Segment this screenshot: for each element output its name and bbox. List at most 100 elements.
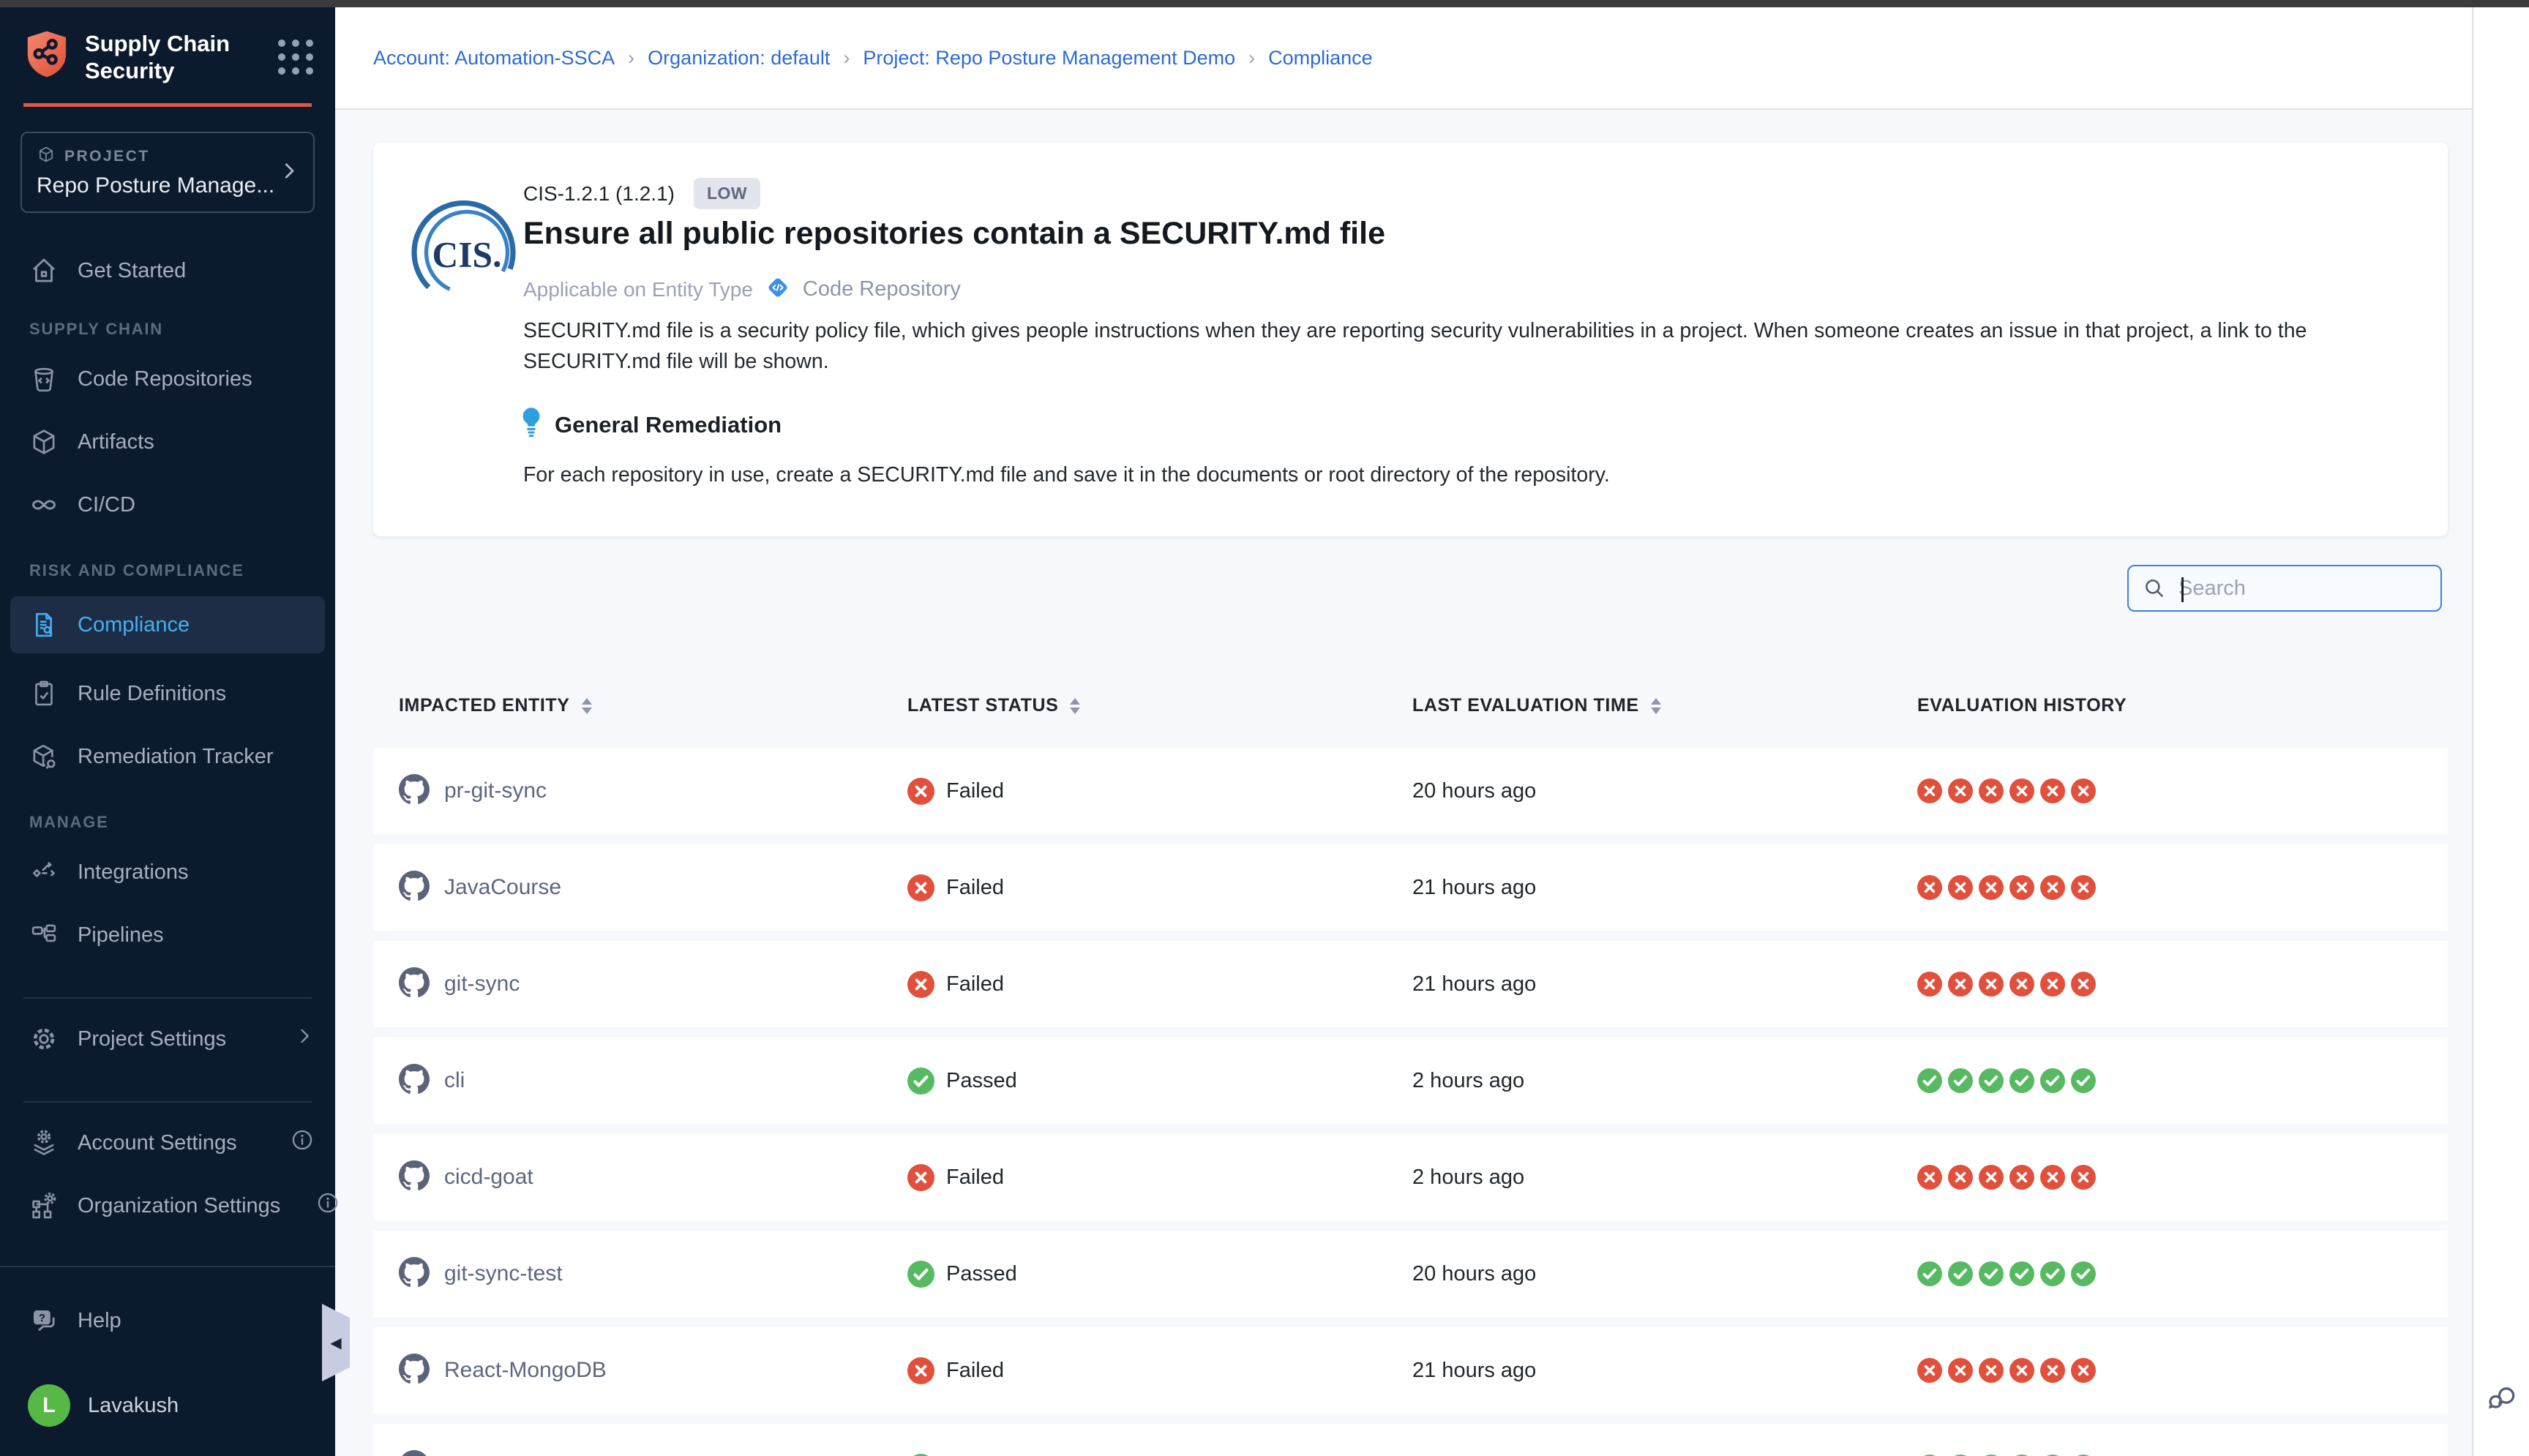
sidebar-item-cicd[interactable]: CI/CD (0, 482, 335, 528)
artifacts-cube-icon (28, 426, 60, 458)
entity-link[interactable]: cli (399, 1037, 465, 1124)
last-evaluation-time: 20 hours ago (1412, 748, 1536, 834)
info-icon[interactable] (315, 1190, 340, 1221)
sidebar-item-code-repositories[interactable]: Code Repositories (0, 356, 335, 402)
sidebar-item-pipelines[interactable]: Pipelines (0, 912, 335, 958)
collapse-arrow-icon: ◀ (330, 1334, 341, 1352)
status-cell: Passed (907, 1231, 1017, 1317)
entity-link[interactable]: React-MongoDB (399, 1327, 607, 1414)
history-fail-icon (2071, 778, 2096, 803)
entity-link[interactable]: git-sync-test (399, 1231, 563, 1317)
breadcrumb-item[interactable]: Account: Automation-SSCA (373, 47, 615, 69)
breadcrumb-item[interactable]: Organization: default (648, 47, 830, 69)
table-row (373, 1424, 2448, 1456)
column-header-impacted-entity[interactable]: IMPACTED ENTITY (399, 695, 592, 716)
last-evaluation-time: 2 hours ago (1412, 1037, 1524, 1124)
info-icon[interactable] (290, 1127, 315, 1158)
history-fail-icon (2040, 972, 2065, 997)
sidebar-item-remediation-tracker[interactable]: Remediation Tracker (0, 734, 335, 779)
status-cell: Failed (907, 748, 1004, 834)
last-evaluation-time: 21 hours ago (1412, 941, 1536, 1027)
history-fail-icon (1948, 875, 1973, 900)
sidebar-item-artifacts[interactable]: Artifacts (0, 419, 335, 465)
status-label: Failed (946, 1166, 1004, 1190)
history-fail-icon (1948, 1358, 1973, 1383)
sidebar-item-account-settings[interactable]: Account Settings (0, 1120, 335, 1166)
entity-name: git-sync (444, 972, 520, 997)
history-fail-icon (2040, 875, 2065, 900)
history-pass-icon (2040, 1261, 2065, 1286)
last-evaluation-time: 21 hours ago (1412, 1327, 1536, 1414)
github-icon (399, 871, 430, 905)
github-icon (399, 967, 430, 1002)
status-icon (907, 1067, 934, 1095)
table-row: git-sync-test Passed 20 hours ago (373, 1231, 2448, 1317)
sidebar-item-rule-definitions[interactable]: Rule Definitions (0, 671, 335, 716)
entity-link[interactable]: pr-git-sync (399, 748, 547, 834)
user-menu[interactable]: L Lavakush (0, 1383, 335, 1428)
entity-name: git-sync-test (444, 1261, 563, 1286)
column-header-latest-status[interactable]: LATEST STATUS (907, 695, 1080, 716)
chevron-right-icon (278, 160, 300, 185)
sidebar-section-risk-and-compliance: RISK AND COMPLIANCE (0, 561, 335, 580)
layers-gear-icon (28, 1127, 60, 1159)
entity-link[interactable]: JavaCourse (399, 844, 561, 931)
history-fail-icon (1917, 875, 1942, 900)
breadcrumb-item[interactable]: Project: Repo Posture Management Demo (863, 47, 1235, 69)
sidebar-section-manage: MANAGE (0, 813, 335, 832)
project-label: PROJECT (64, 148, 150, 165)
sidebar-item-project-settings[interactable]: Project Settings (0, 1016, 335, 1062)
status-cell: Passed (907, 1037, 1017, 1124)
entity-name: cli (444, 1068, 465, 1093)
help-chat-icon: ? (28, 1305, 60, 1337)
status-label: Passed (946, 1262, 1017, 1286)
supply-chain-security-logo-icon (23, 29, 70, 83)
right-utility-strip (2472, 7, 2529, 1456)
sidebar-item-get-started[interactable]: Get Started (0, 248, 335, 293)
status-icon (907, 971, 934, 998)
status-cell (907, 1424, 946, 1456)
sidebar-item-label: Compliance (78, 613, 190, 637)
rule-description: SECURITY.md file is a security policy fi… (523, 315, 2408, 377)
github-icon (399, 774, 430, 808)
support-chat-icon[interactable] (2484, 1381, 2518, 1418)
entity-link[interactable] (399, 1424, 444, 1456)
status-cell: Failed (907, 1327, 1004, 1414)
sidebar-nav: Get Started SUPPLY CHAIN Code Repositori… (0, 248, 335, 1228)
history-fail-icon (2009, 778, 2034, 803)
status-icon (907, 874, 934, 901)
column-header-evaluation-history: EVALUATION HISTORY (1917, 695, 2127, 716)
search-input[interactable] (2178, 577, 2454, 601)
sidebar-item-compliance[interactable]: Compliance (10, 596, 325, 653)
entity-link[interactable]: cicd-goat (399, 1134, 533, 1220)
sidebar-item-label: Project Settings (78, 1027, 226, 1051)
sidebar-item-integrations[interactable]: Integrations (0, 849, 335, 895)
history-pass-icon (1948, 1261, 1973, 1286)
history-fail-icon (1979, 972, 2004, 997)
entity-name: cicd-goat (444, 1165, 533, 1190)
entity-name: React-MongoDB (444, 1358, 607, 1383)
entity-link[interactable]: git-sync (399, 941, 520, 1027)
sidebar-section-supply-chain: SUPPLY CHAIN (0, 320, 335, 339)
gear-icon (28, 1023, 60, 1055)
help-button[interactable]: ? Help (0, 1298, 335, 1343)
history-fail-icon (1948, 972, 1973, 997)
history-fail-icon (2009, 875, 2034, 900)
history-fail-icon (1979, 1165, 2004, 1190)
history-fail-icon (2071, 1165, 2096, 1190)
column-header-last-evaluation-time[interactable]: LAST EVALUATION TIME (1412, 695, 1661, 716)
code-repository-icon (28, 363, 60, 395)
status-label: Failed (946, 876, 1004, 900)
breadcrumb-separator: › (628, 47, 634, 69)
entity-table-header: IMPACTED ENTITY LATEST STATUS LAST EVALU… (373, 695, 2448, 732)
app-switcher-icon[interactable] (278, 29, 313, 75)
table-row: React-MongoDB Failed 21 hours ago (373, 1327, 2448, 1414)
sidebar-item-organization-settings[interactable]: Organization Settings (0, 1183, 335, 1228)
project-selector[interactable]: PROJECT Repo Posture Manage... (20, 132, 315, 213)
sidebar-item-label: Remediation Tracker (78, 745, 274, 769)
entity-table: IMPACTED ENTITY LATEST STATUS LAST EVALU… (373, 695, 2448, 1456)
breadcrumb: Account: Automation-SSCA › Organization: d… (373, 47, 1373, 70)
sidebar-item-label: Organization Settings (78, 1194, 280, 1218)
breadcrumb-item[interactable]: Compliance (1268, 47, 1373, 69)
status-label: Failed (946, 779, 1004, 803)
